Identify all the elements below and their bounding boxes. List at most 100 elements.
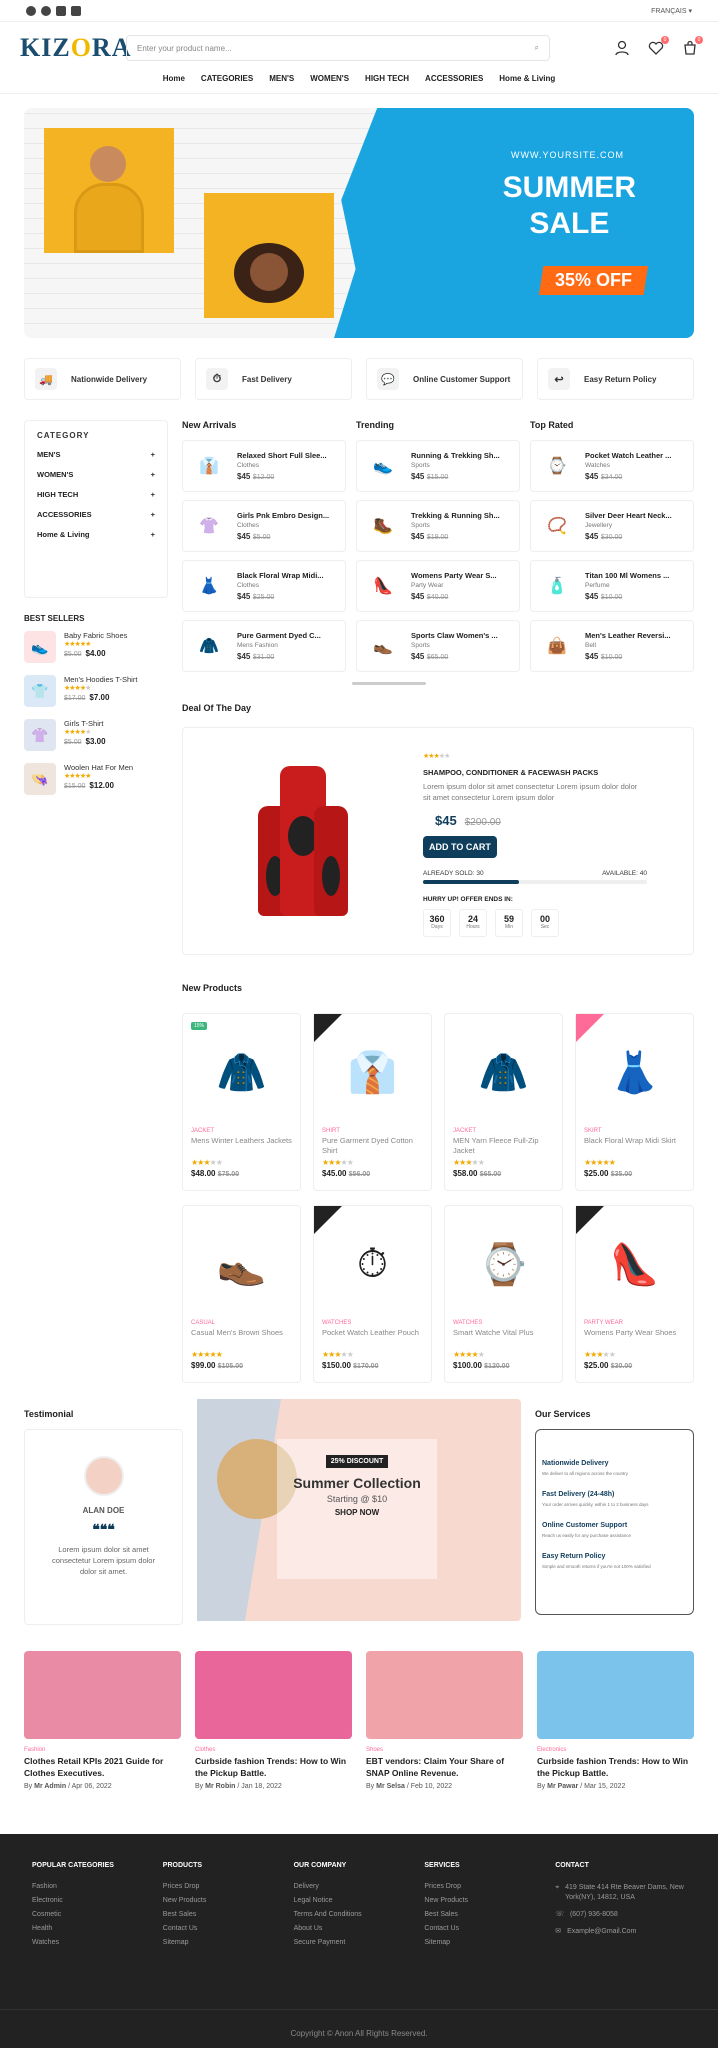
footer-col-contact: CONTACT ⌖ 419 State 414 Rte Beaver Dams, … (555, 1862, 686, 1953)
new-ribbon (576, 1014, 604, 1042)
location-icon: ⌖ (555, 1884, 560, 1891)
service-item: Fast Delivery (24-48h) Your order arrives… (542, 1491, 649, 1507)
top-bar: FRANÇAIS ▾ (0, 0, 718, 22)
language-select[interactable]: FRANÇAIS ▾ (651, 7, 692, 15)
truck-icon: 🚚 (35, 368, 57, 390)
product-mini[interactable]: 🥾 Trekking & Running Sh... Sports $45 $19.0… (356, 500, 520, 552)
nav-accessories[interactable]: ACCESSORIES (425, 74, 483, 87)
deal-product-image (183, 728, 423, 954)
footer-col-products: PRODUCTS Prices Drop New Products Best Sale… (162, 1862, 207, 1946)
promo-discount: 25% DISCOUNT (325, 1455, 389, 1468)
add-to-cart-button[interactable]: ADD TO CART (423, 836, 497, 858)
product-mini[interactable]: 👚 Girls Pnk Embro Design... Clothes $45 $5.… (182, 500, 346, 552)
nav-high-tech[interactable]: HIGH TECH (365, 74, 409, 87)
category-item[interactable]: WOMEN'S + (37, 470, 155, 479)
hero-photo-woman (204, 193, 334, 318)
search-input[interactable]: Enter your product name... ⌕ (126, 35, 550, 61)
linkedin-icon[interactable] (71, 5, 81, 16)
footer: POPULAR CATEGORIES Fashion Electronic Cosme… (0, 1834, 718, 2048)
nav-categories[interactable]: CATEGORIES (201, 74, 253, 87)
avatar (83, 1456, 124, 1496)
blog-card[interactable]: Shoes EBT vendors: Claim Your Share of SN… (366, 1651, 523, 1790)
blog-card[interactable]: Electronics Curbside fashion Trends: How … (537, 1651, 694, 1790)
countdown-hours: 24 Hours (459, 909, 487, 937)
features-row: 🚚 Nationwide Delivery ⏱ Fast Delivery 💬 Onl… (24, 358, 694, 400)
product-mini[interactable]: 👔 Relaxed Short Full Slee... Clothes $45 $1… (182, 440, 346, 492)
promo-starting: Starting @ $10 (326, 1494, 388, 1504)
instagram-icon[interactable] (56, 5, 66, 16)
product-card[interactable]: ⌚ WATCHES Smart Watche Vital Plus ★★★★★ $100… (444, 1205, 563, 1383)
phone-icon: ☏ (555, 1911, 564, 1918)
hurry-label: HURRY UP! OFFER ENDS IN: (423, 896, 513, 903)
blog-card[interactable]: Clothes Curbside fashion Trends: How to W… (195, 1651, 352, 1790)
product-mini[interactable]: 🧴 Titan 100 Ml Womens ... Perfume $45 $10.0… (530, 560, 694, 612)
hero-url: WWW.YOURSITE.COM (511, 150, 624, 160)
best-seller-item[interactable]: 👟 Baby Fabric Shoes ★★★★★ $5.00 $4.00 (24, 631, 168, 667)
service-item: Easy Return Policy Simple and smooth retu… (542, 1553, 651, 1569)
service-item: Online Customer Support Reach us easily f… (542, 1522, 632, 1538)
testimonial: Testimonial ALAN DOE ❝❝❝ Lorem ipsum dol… (24, 1409, 183, 1625)
deal-description: Lorem ipsum dolor sit amet consectetur L… (423, 782, 638, 802)
product-mini[interactable]: 👟 Running & Trekking Sh... Sports $45 $15.0… (356, 440, 520, 492)
product-mini[interactable]: 🧥 Pure Garment Dyed C... Mens Fashion $45 $… (182, 620, 346, 672)
return-icon: ↩ (548, 368, 570, 390)
contact-phone[interactable]: ☏ (607) 936-8058 (555, 1910, 686, 1920)
product-mini[interactable]: 👠 Womens Party Wear S... Party Wear $45 $40… (356, 560, 520, 612)
product-card[interactable]: ⏱ WATCHES Pocket Watch Leather Pouch ★★★★★ $… (313, 1205, 432, 1383)
product-card[interactable]: 👗 SKIRT Black Floral Wrap Midi Skirt ★★★★★ $… (575, 1013, 694, 1191)
logo[interactable]: KIZORA (20, 33, 130, 63)
product-card[interactable]: 🧥 JACKET MEN Yarn Fleece Full-Zip Jacket ★★… (444, 1013, 563, 1191)
product-card[interactable]: 👔 SHIRT Pure Garment Dyed Cotton Shirt ★★★★… (313, 1013, 432, 1191)
feature-nationwide: 🚚 Nationwide Delivery (24, 358, 181, 400)
category-item[interactable]: Home & Living + (37, 530, 155, 539)
product-mini[interactable]: ⌚ Pocket Watch Leather ... Watches $45 $34.… (530, 440, 694, 492)
best-seller-item[interactable]: 👚 Girls T-Shirt ★★★★★ $5.00 $3.00 (24, 719, 168, 755)
countdown-seconds: 00 Sec (531, 909, 559, 937)
clock-icon: ⏱ (206, 368, 228, 390)
countdown-minutes: 59 Min (495, 909, 523, 937)
user-icon[interactable] (614, 40, 630, 56)
category-item[interactable]: MEN'S + (37, 450, 155, 459)
product-mini[interactable]: 👜 Men's Leather Reversi... Belt $45 $10.00 (530, 620, 694, 672)
wishlist-icon[interactable]: 0 (648, 36, 669, 56)
sidebar: CATEGORY MEN'S + WOMEN'S + HIGH TECH + ACCE… (24, 420, 168, 1383)
deal-rating: ★★★★★ (423, 753, 450, 760)
service-item: Nationwide Delivery We deliver to all reg… (542, 1460, 628, 1476)
carousel-scrollbar[interactable] (352, 682, 426, 685)
blog-section: Fashion Clothes Retail KPIs 2021 Guide fo… (24, 1651, 694, 1790)
hero-discount: 35% OFF (538, 266, 648, 295)
testimonial-text: Lorem ipsum dolor sit amet consectetur L… (52, 1545, 155, 1576)
deal-of-the-day: Deal Of The Day ★★★★★ SHAMPOO, CONDITION… (182, 703, 694, 955)
hero-photo-man (44, 128, 174, 253)
twitter-icon[interactable] (41, 5, 51, 16)
category-item[interactable]: HIGH TECH + (37, 490, 155, 499)
product-mini[interactable]: 👞 Sports Claw Women's ... Sports $45 $65.00 (356, 620, 520, 672)
product-mini[interactable]: 👗 Black Floral Wrap Midi... Clothes $45 $25… (182, 560, 346, 612)
contact-email[interactable]: ✉ Example@Gmail.Com (555, 1927, 686, 1937)
product-mini[interactable]: 📿 Silver Deer Heart Neck... Jewellery $45 $… (530, 500, 694, 552)
product-card[interactable]: 15% 🧥 JACKET Mens Winter Leathers Jackets ★★… (182, 1013, 301, 1191)
sale-ribbon (314, 1014, 342, 1042)
shop-now-button[interactable]: SHOP NOW (277, 1508, 437, 1517)
nav-home-living[interactable]: Home & Living (499, 74, 555, 87)
footer-col-services: SERVICES Prices Drop New Products Best Sale… (424, 1862, 468, 1946)
category-panel: CATEGORY MEN'S + WOMEN'S + HIGH TECH + ACCE… (24, 420, 168, 598)
blog-card[interactable]: Fashion Clothes Retail KPIs 2021 Guide fo… (24, 1651, 181, 1790)
cart-icon[interactable]: 0 (682, 36, 703, 56)
nav-mens[interactable]: MEN'S (269, 74, 294, 87)
nav-home[interactable]: Home (163, 74, 185, 87)
best-seller-item[interactable]: 👕 Men's Hoodies T-Shirt ★★★★★ $17.00 $7.00 (24, 675, 168, 711)
summer-collection-banner[interactable]: 25% DISCOUNT Summer Collection Starting … (197, 1399, 521, 1621)
hero-banner[interactable]: WWW.YOURSITE.COM SUMMER SALE 35% OFF (24, 108, 694, 338)
category-item[interactable]: ACCESSORIES + (37, 510, 155, 519)
best-seller-item[interactable]: 👒 Woolen Hat For Men ★★★★★ $15.00 $12.00 (24, 763, 168, 799)
nav-womens[interactable]: WOMEN'S (310, 74, 349, 87)
product-card[interactable]: 👠 PARTY WEAR Womens Party Wear Shoes ★★★★★ $… (575, 1205, 694, 1383)
feature-support: 💬 Online Customer Support (366, 358, 523, 400)
best-sellers: BEST SELLERS 👟 Baby Fabric Shoes ★★★★★ $5.0… (24, 614, 168, 799)
product-card[interactable]: 👞 CASUAL Casual Men's Brown Shoes ★★★★★ $99.… (182, 1205, 301, 1383)
facebook-icon[interactable] (26, 5, 36, 16)
search-icon[interactable]: ⌕ (535, 43, 539, 53)
sale-ribbon (576, 1206, 604, 1234)
new-arrivals: New Arrivals 👔 Relaxed Short Full Slee...… (182, 420, 346, 680)
